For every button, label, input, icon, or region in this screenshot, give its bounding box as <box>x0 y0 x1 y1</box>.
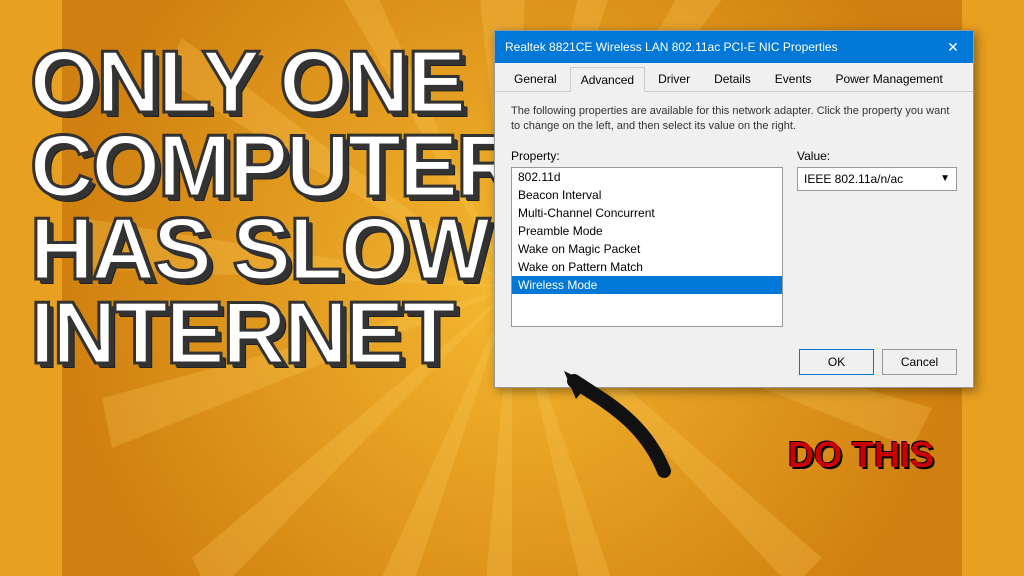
arrow-annotation <box>554 361 684 491</box>
value-dropdown[interactable]: IEEE 802.11a/n/ac ▼ <box>797 167 957 191</box>
tab-driver[interactable]: Driver <box>647 67 701 91</box>
main-title: ONLY ONE COMPUTER HAS SLOW INTERNET <box>30 40 490 374</box>
dialog-description: The following properties are available f… <box>511 104 957 135</box>
dialog-tabs: General Advanced Driver Details Events P… <box>495 63 973 92</box>
property-list-section: Property: 802.11d Beacon Interval Multi-… <box>511 149 783 327</box>
list-item[interactable]: Preamble Mode <box>512 222 782 240</box>
property-list[interactable]: 802.11d Beacon Interval Multi-Channel Co… <box>511 167 783 327</box>
list-item[interactable]: 802.11d <box>512 168 782 186</box>
list-item-wireless-mode[interactable]: Wireless Mode <box>512 276 782 294</box>
list-item[interactable]: Beacon Interval <box>512 186 782 204</box>
do-this-label: DO THIS <box>788 434 934 476</box>
list-item-wake-magic[interactable]: Wake on Magic Packet <box>512 240 782 258</box>
value-label: Value: <box>797 149 957 163</box>
property-label: Property: <box>511 149 783 163</box>
properties-area: Property: 802.11d Beacon Interval Multi-… <box>511 149 957 327</box>
list-item[interactable]: Multi-Channel Concurrent <box>512 204 782 222</box>
value-section: Value: IEEE 802.11a/n/ac ▼ <box>797 149 957 327</box>
dialog-content: The following properties are available f… <box>495 92 973 339</box>
tab-details[interactable]: Details <box>703 67 762 91</box>
dialog-close-button[interactable]: ✕ <box>943 37 963 57</box>
tab-events[interactable]: Events <box>764 67 823 91</box>
value-dropdown-text: IEEE 802.11a/n/ac <box>804 172 903 186</box>
tab-advanced[interactable]: Advanced <box>570 67 645 92</box>
ok-button[interactable]: OK <box>799 349 874 375</box>
dialog-titlebar: Realtek 8821CE Wireless LAN 802.11ac PCI… <box>495 31 973 63</box>
cancel-button[interactable]: Cancel <box>882 349 957 375</box>
left-panel: ONLY ONE COMPUTER HAS SLOW INTERNET <box>30 40 490 374</box>
list-item-wake-pattern[interactable]: Wake on Pattern Match <box>512 258 782 276</box>
tab-general[interactable]: General <box>503 67 568 91</box>
tab-power-management[interactable]: Power Management <box>824 67 953 91</box>
properties-dialog: Realtek 8821CE Wireless LAN 802.11ac PCI… <box>494 30 974 388</box>
chevron-down-icon: ▼ <box>940 173 950 184</box>
dialog-title: Realtek 8821CE Wireless LAN 802.11ac PCI… <box>505 40 838 54</box>
